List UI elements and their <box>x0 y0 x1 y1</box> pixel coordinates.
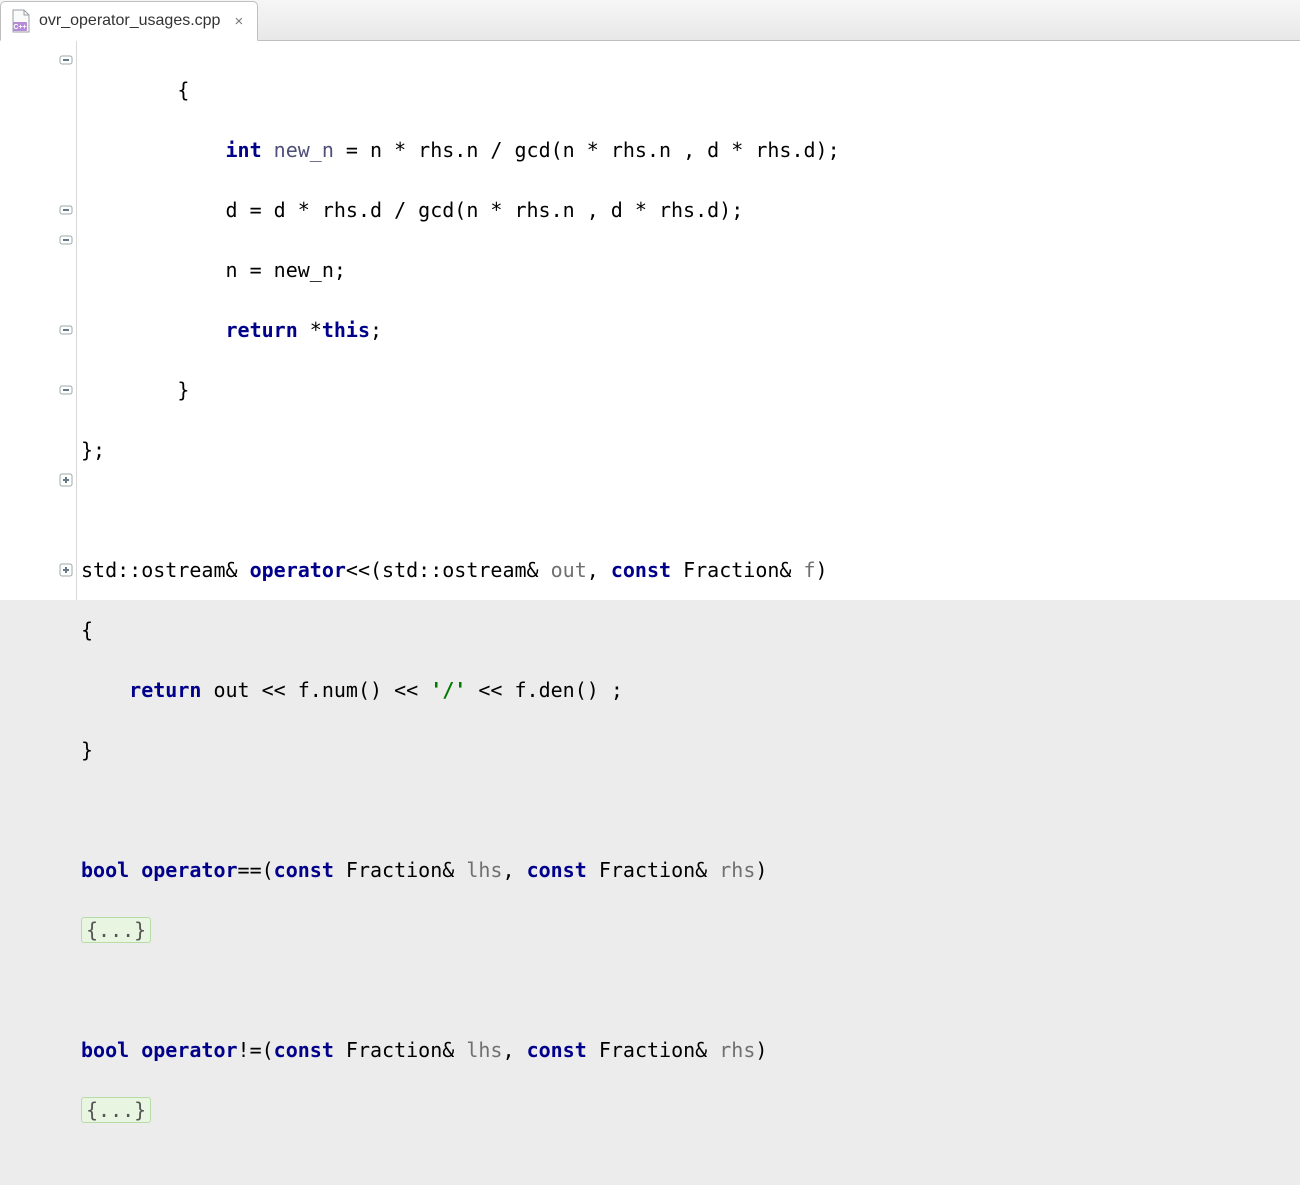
code-text: ) <box>755 858 767 882</box>
param: f <box>804 558 816 582</box>
fold-collapse-icon[interactable] <box>57 321 75 339</box>
param: rhs <box>719 1038 755 1062</box>
code-text <box>129 1038 141 1062</box>
code-text: Fraction& <box>334 858 466 882</box>
code-text: Fraction& <box>334 1038 466 1062</box>
keyword: bool <box>81 1038 129 1062</box>
code-text: n = new_n; <box>81 258 346 282</box>
code-text <box>262 138 274 162</box>
code-text <box>129 858 141 882</box>
code-text: Fraction& <box>587 1038 719 1062</box>
code-text: !=( <box>238 1038 274 1062</box>
svg-text:C++: C++ <box>13 24 26 31</box>
code-text: ) <box>755 1038 767 1062</box>
keyword: operator <box>141 1038 237 1062</box>
code-text: { <box>81 78 189 102</box>
file-tab[interactable]: C++ ovr_operator_usages.cpp × <box>0 1 258 41</box>
code-text <box>81 318 226 342</box>
code-text: } <box>81 738 93 762</box>
code-text: ==( <box>238 858 274 882</box>
fold-end-icon[interactable] <box>57 231 75 249</box>
folded-region[interactable]: {...} <box>81 917 151 943</box>
code-text: d = d * rhs.d / gcd(n * rhs.n , d * rhs.… <box>81 198 743 222</box>
code-text: << f.den() ; <box>466 678 623 702</box>
code-area[interactable]: { int new_n = n * rhs.n / gcd(n * rhs.n … <box>77 41 1300 600</box>
code-text: , <box>587 558 611 582</box>
code-text: * <box>298 318 322 342</box>
param: rhs <box>719 858 755 882</box>
tab-filename: ovr_operator_usages.cpp <box>39 12 220 30</box>
identifier: new_n <box>274 138 334 162</box>
keyword: const <box>274 858 334 882</box>
code-text: } <box>81 378 189 402</box>
code-text: , <box>502 1038 526 1062</box>
code-text: Fraction& <box>671 558 803 582</box>
code-text <box>81 678 129 702</box>
code-text: , <box>502 858 526 882</box>
code-text: ; <box>370 318 382 342</box>
code-text: std::ostream& <box>81 558 250 582</box>
keyword: operator <box>250 558 346 582</box>
fold-expand-icon[interactable] <box>57 471 75 489</box>
keyword: const <box>527 858 587 882</box>
string: '/' <box>430 678 466 702</box>
fold-collapse-icon[interactable] <box>57 51 75 69</box>
close-icon[interactable]: × <box>234 13 243 30</box>
folded-region[interactable]: {...} <box>81 1097 151 1123</box>
code-text: Fraction& <box>587 858 719 882</box>
keyword: operator <box>141 858 237 882</box>
fold-gutter <box>55 41 77 600</box>
keyword: return <box>226 318 298 342</box>
keyword: return <box>129 678 201 702</box>
code-text: out << f.num() << <box>201 678 430 702</box>
code-text: }; <box>81 438 105 462</box>
keyword: const <box>527 1038 587 1062</box>
keyword: bool <box>81 858 129 882</box>
cpp-file-icon: C++ <box>11 10 31 32</box>
code-text: ) <box>816 558 828 582</box>
code-text: { <box>81 618 93 642</box>
fold-end-icon[interactable] <box>57 201 75 219</box>
tab-bar: C++ ovr_operator_usages.cpp × <box>0 0 1300 41</box>
code-text: <<(std::ostream& <box>346 558 551 582</box>
keyword: const <box>274 1038 334 1062</box>
param: out <box>551 558 587 582</box>
param: lhs <box>466 858 502 882</box>
fold-end-icon[interactable] <box>57 381 75 399</box>
keyword: int <box>226 138 262 162</box>
left-margin <box>0 41 55 600</box>
code-text: = n * rhs.n / gcd(n * rhs.n , d * rhs.d)… <box>334 138 840 162</box>
param: lhs <box>466 1038 502 1062</box>
keyword: this <box>322 318 370 342</box>
keyword: const <box>611 558 671 582</box>
code-text <box>81 138 226 162</box>
fold-expand-icon[interactable] <box>57 561 75 579</box>
editor: { int new_n = n * rhs.n / gcd(n * rhs.n … <box>0 41 1300 600</box>
